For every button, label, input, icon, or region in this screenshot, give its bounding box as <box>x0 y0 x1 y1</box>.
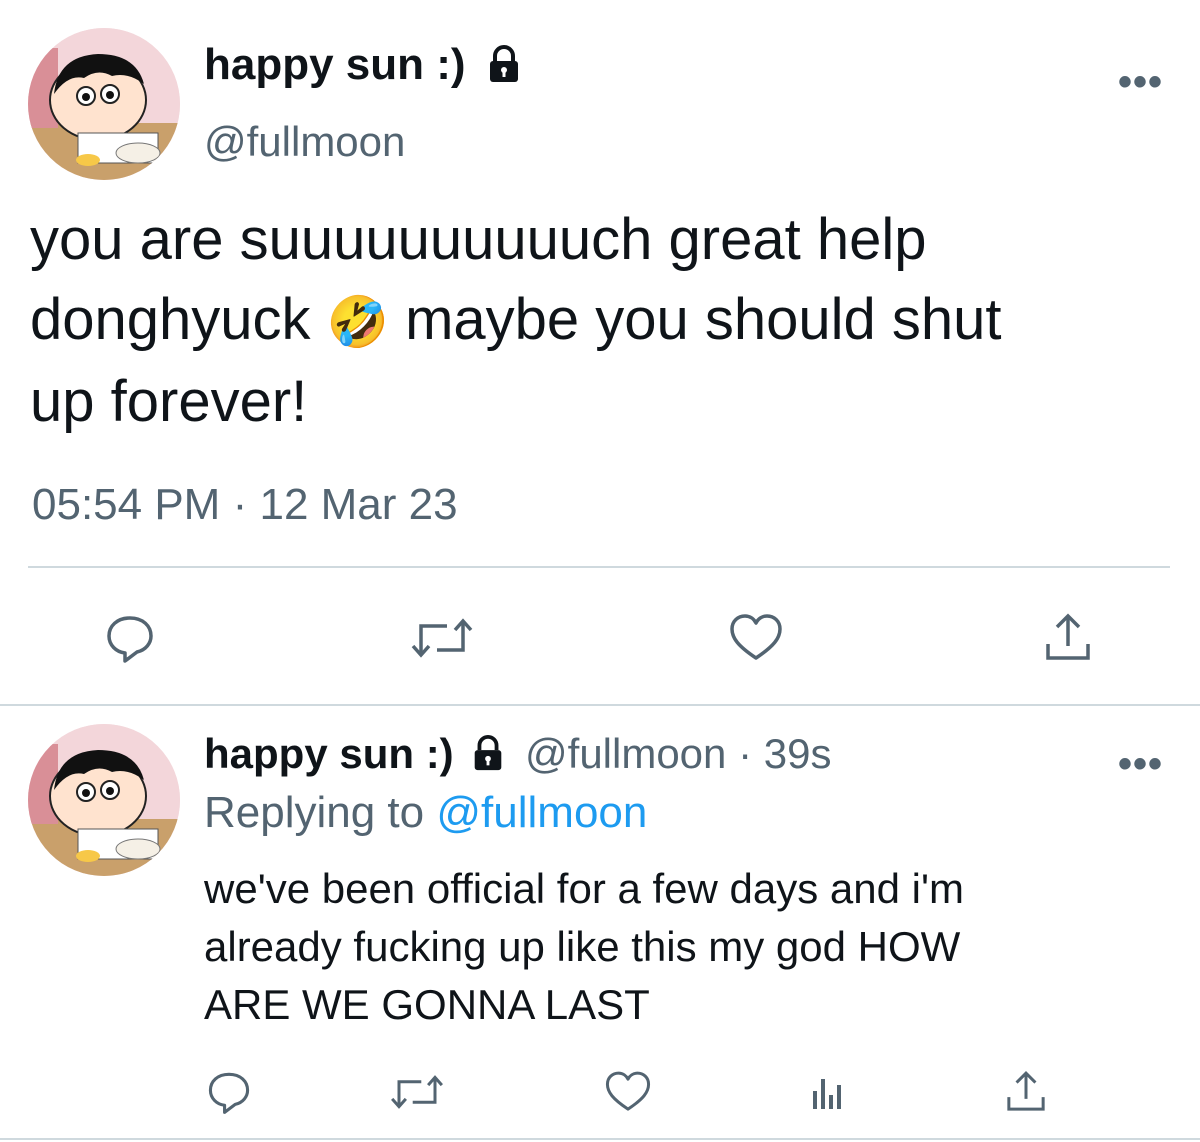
reply-avatar[interactable] <box>28 724 180 876</box>
display-name-text: happy sun :) <box>204 40 466 89</box>
avatar-image <box>28 724 180 876</box>
heart-icon <box>605 1071 651 1111</box>
reply-button[interactable] <box>100 608 160 668</box>
replying-to: Replying to @fullmoon <box>204 788 647 838</box>
tweet-date: 12 Mar 23 <box>259 480 458 529</box>
tweet-text-line: up forever! <box>30 369 308 434</box>
divider <box>0 704 1200 706</box>
avatar[interactable] <box>28 28 180 180</box>
more-options-button[interactable]: ••• <box>1118 62 1163 102</box>
separator-dot: · <box>232 480 248 529</box>
reply-text: we've been official for a few days and i… <box>204 860 1184 1034</box>
tweet-text-segment: donghyuck <box>30 287 311 352</box>
retweet-icon <box>411 618 473 658</box>
reply-like-button[interactable] <box>602 1064 654 1120</box>
separator-dot: · <box>738 730 753 777</box>
heart-icon <box>730 614 782 660</box>
display-name[interactable]: happy sun :) <box>204 40 524 90</box>
reply-age[interactable]: 39s <box>764 730 832 777</box>
reply-header: happy sun :) @fullmoon · 39s <box>204 730 831 778</box>
tweet-text: you are suuuuuuuuuuch great help donghyu… <box>30 200 1180 442</box>
share-button[interactable] <box>1038 608 1098 668</box>
reply-share-button[interactable] <box>1000 1064 1052 1120</box>
timestamp[interactable]: 05:54 PM · 12 Mar 23 <box>32 480 458 530</box>
avatar-image <box>28 28 180 180</box>
replying-to-handle[interactable]: @fullmoon <box>436 788 647 837</box>
tweet-time: 05:54 PM <box>32 480 221 529</box>
lock-icon <box>489 45 518 83</box>
divider <box>0 1138 1200 1140</box>
reply-handle[interactable]: @fullmoon <box>525 730 726 777</box>
reply-reply-button[interactable] <box>204 1064 254 1120</box>
reply-text-line: ARE WE GONNA LAST <box>204 981 650 1028</box>
replying-to-label: Replying to <box>204 788 425 837</box>
reply-text-line: we've been official for a few days and i… <box>204 865 964 912</box>
tweet-text-line: donghyuck 🤣 maybe you should shut <box>30 280 1180 362</box>
retweet-button[interactable] <box>404 608 480 668</box>
reply-display-name[interactable]: happy sun :) <box>204 730 454 777</box>
tweet-text-line: you are suuuuuuuuuuch great help <box>30 207 927 272</box>
reply-more-options-button[interactable]: ••• <box>1118 744 1163 784</box>
reply-icon <box>107 616 153 663</box>
reply-retweet-button[interactable] <box>384 1064 450 1120</box>
analytics-icon <box>813 1079 841 1109</box>
like-button[interactable] <box>726 608 786 668</box>
share-icon <box>1007 1071 1045 1111</box>
divider <box>28 566 1170 568</box>
reply-analytics-button[interactable] <box>802 1064 852 1120</box>
rofl-emoji-icon: 🤣 <box>326 293 389 351</box>
reply-icon <box>208 1072 250 1114</box>
user-handle[interactable]: @fullmoon <box>204 118 405 166</box>
lock-icon <box>475 734 502 771</box>
reply-text-line: already fucking up like this my god HOW <box>204 923 961 970</box>
tweet-text-segment: maybe you should shut <box>405 287 1002 352</box>
share-icon <box>1046 613 1090 660</box>
retweet-icon <box>391 1075 443 1109</box>
